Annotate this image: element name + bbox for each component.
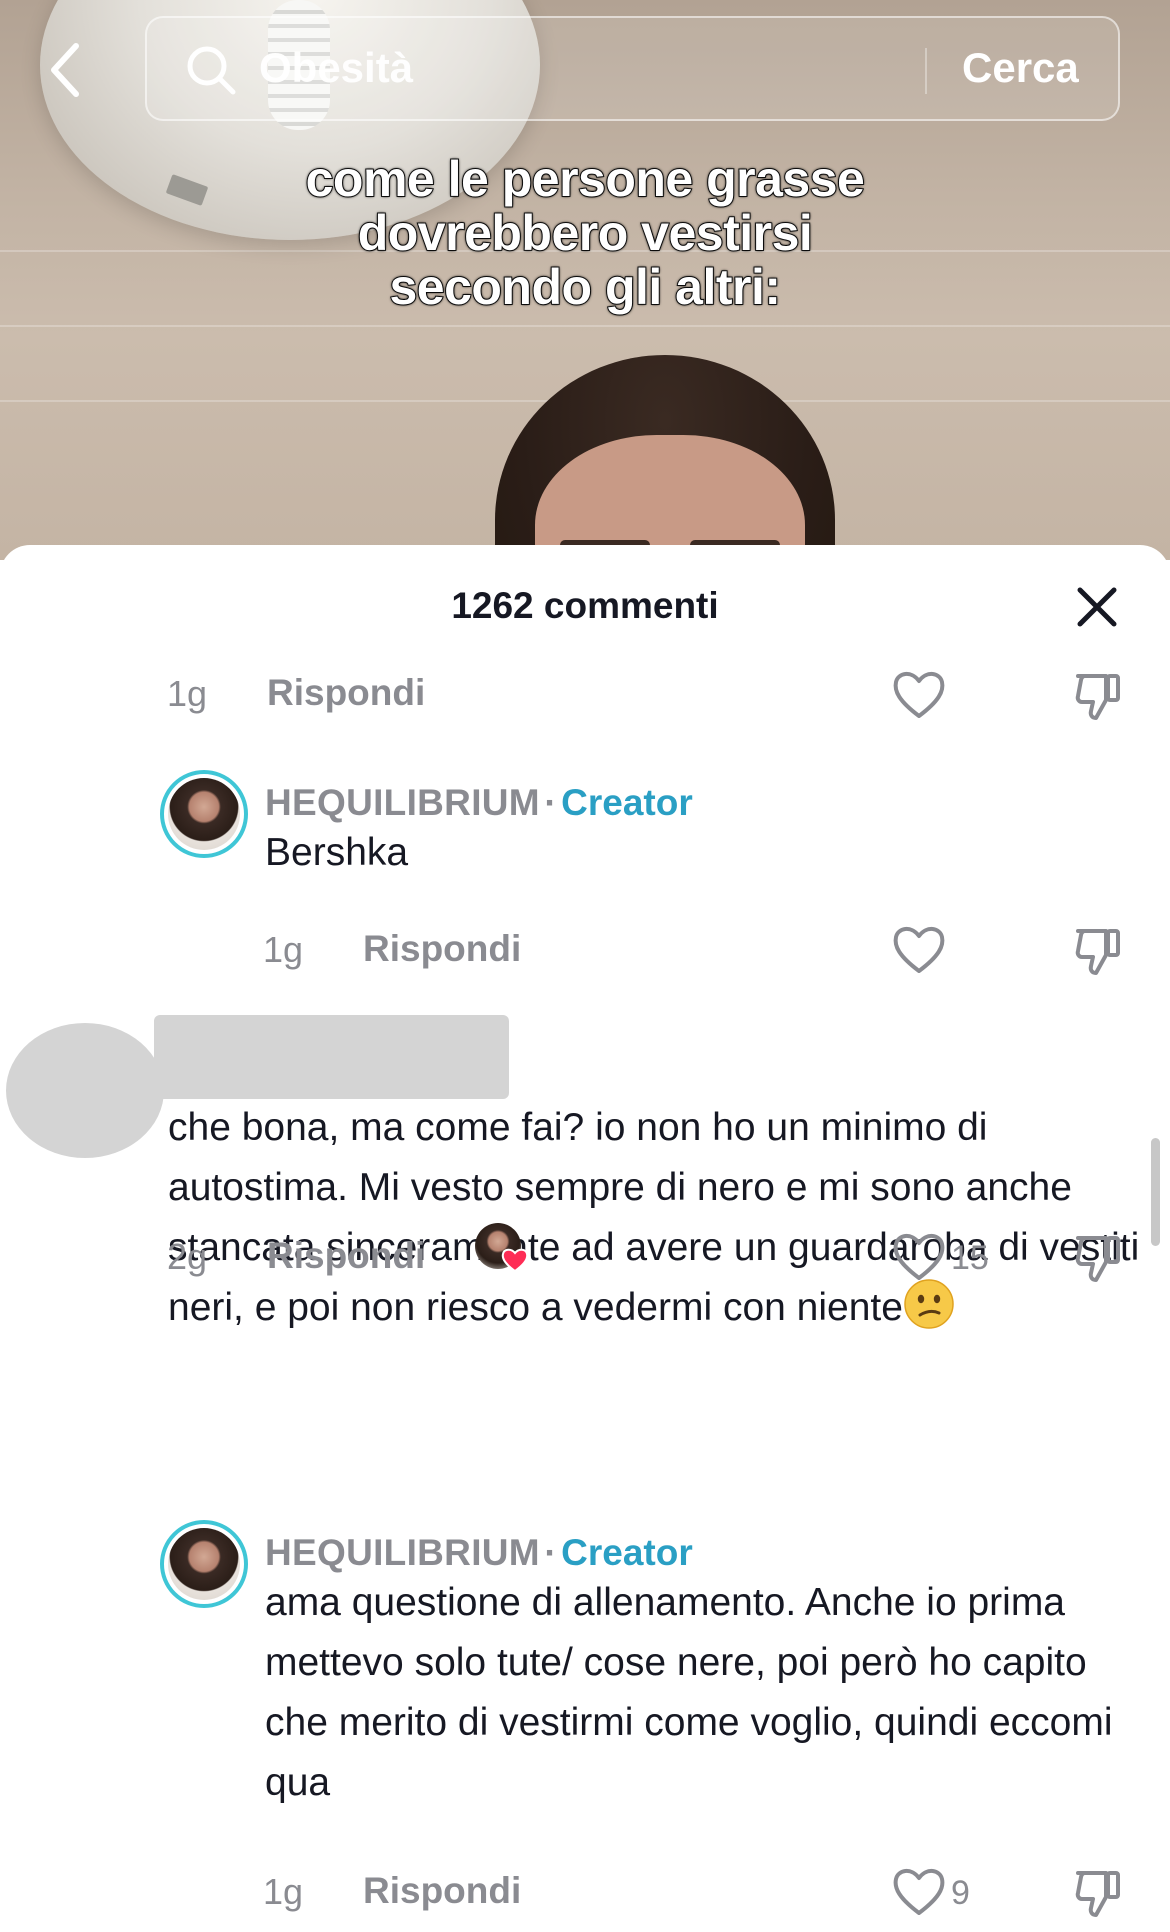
avatar-photo [168, 1528, 240, 1600]
comments-panel: 1262 commenti 1g Rispondi HEQUILIBRIUM ·… [0, 545, 1170, 1932]
comments-count-title: 1262 commenti [451, 585, 719, 626]
heart-outline-icon [893, 1234, 945, 1280]
wall-line [0, 325, 1170, 327]
like-button[interactable] [891, 667, 947, 728]
creator-liked-indicator [475, 1223, 529, 1273]
separator-dot: · [544, 782, 557, 823]
creator-avatar[interactable] [160, 1520, 248, 1608]
thumbs-down-icon [1075, 1236, 1120, 1282]
dislike-button[interactable] [1074, 1867, 1122, 1924]
search-button[interactable]: Cerca [962, 44, 1079, 92]
comment-time: 1g [263, 1871, 304, 1912]
video-caption-line: come le persone grasse [305, 151, 866, 207]
reply-button[interactable]: Rispondi [267, 1235, 425, 1277]
search-icon [187, 46, 236, 95]
video-caption-line: dovrebbero vestirsi [357, 205, 814, 261]
like-button[interactable] [891, 922, 947, 983]
comment-text: ama questione di allenamento. Anche io p… [265, 1581, 1113, 1804]
close-button[interactable] [1075, 585, 1119, 629]
comment-text: Bershka [265, 831, 409, 874]
thumbs-down-icon [1075, 1871, 1120, 1917]
comment-body: che bona, ma come fai? io non ho un mini… [168, 1106, 1140, 1329]
heart-outline-icon [893, 927, 945, 973]
like-count: 15 [951, 1239, 989, 1277]
comment-time: 1g [167, 673, 208, 714]
creator-badge: Creator [561, 1532, 693, 1573]
like-button[interactable] [891, 1864, 947, 1925]
dislike-button[interactable] [1074, 925, 1122, 982]
creator-avatar[interactable] [160, 770, 248, 858]
search-bar[interactable]: Obesità Cerca [145, 16, 1120, 121]
search-input[interactable]: Obesità [259, 44, 413, 92]
back-button[interactable] [40, 38, 90, 102]
scrollbar-thumb[interactable] [1151, 1138, 1160, 1246]
chevron-left-icon [51, 43, 79, 97]
separator-dot: · [544, 1532, 557, 1573]
creator-badge: Creator [561, 782, 693, 823]
search-divider [925, 48, 927, 94]
username[interactable]: HEQUILIBRIUM [265, 1532, 540, 1573]
avatar-photo [168, 778, 240, 850]
thumbs-down-icon [1075, 929, 1120, 975]
video-caption: come le persone grasse dovrebbero vestir… [0, 151, 1170, 315]
redacted-avatar[interactable] [6, 1023, 164, 1158]
reply-button[interactable]: Rispondi [363, 1870, 521, 1912]
dislike-button[interactable] [1074, 1232, 1122, 1289]
like-count: 9 [951, 1874, 970, 1912]
heart-filled-icon [501, 1248, 529, 1273]
video-caption-line: secondo gli altri: [388, 259, 782, 315]
comment-header: HEQUILIBRIUM · Creator [265, 782, 693, 824]
comment-text: che bona, ma come fai? io non ho un mini… [168, 1098, 1143, 1338]
redacted-username [154, 1015, 509, 1099]
heart-outline-icon [893, 672, 945, 718]
close-icon [1077, 587, 1117, 627]
reply-button[interactable]: Rispondi [267, 672, 425, 714]
thumbs-down-icon [1075, 674, 1120, 720]
comment-time: 1g [263, 929, 304, 970]
dislike-button[interactable] [1074, 670, 1122, 727]
comment-time: 2g [167, 1236, 208, 1277]
like-button[interactable] [891, 1229, 947, 1290]
comment-header: HEQUILIBRIUM · Creator [265, 1532, 693, 1574]
reply-button[interactable]: Rispondi [363, 928, 521, 970]
username[interactable]: HEQUILIBRIUM [265, 782, 540, 823]
heart-outline-icon [893, 1869, 945, 1915]
